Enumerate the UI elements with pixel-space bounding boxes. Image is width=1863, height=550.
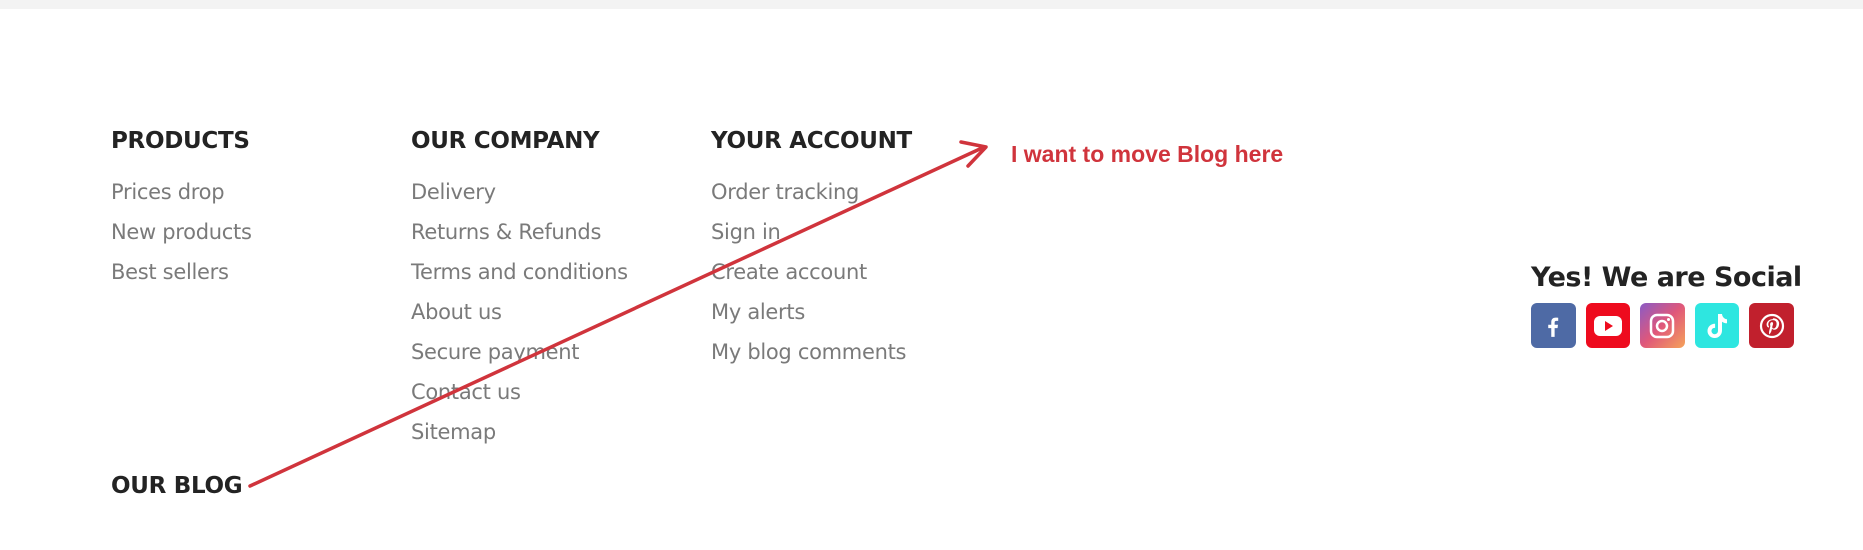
instagram-icon[interactable] <box>1640 303 1685 348</box>
annotation-note: I want to move Blog here <box>1011 141 1284 167</box>
social-block: Yes! We are Social <box>1531 262 1802 348</box>
pinterest-icon[interactable] <box>1749 303 1794 348</box>
arrow-shaft <box>248 146 984 488</box>
social-icons-row <box>1531 303 1794 348</box>
social-heading: Yes! We are Social <box>1531 262 1802 293</box>
arrow-head <box>959 140 988 168</box>
youtube-icon[interactable] <box>1585 303 1631 348</box>
tiktok-icon[interactable] <box>1694 303 1740 348</box>
facebook-icon[interactable] <box>1531 303 1576 348</box>
